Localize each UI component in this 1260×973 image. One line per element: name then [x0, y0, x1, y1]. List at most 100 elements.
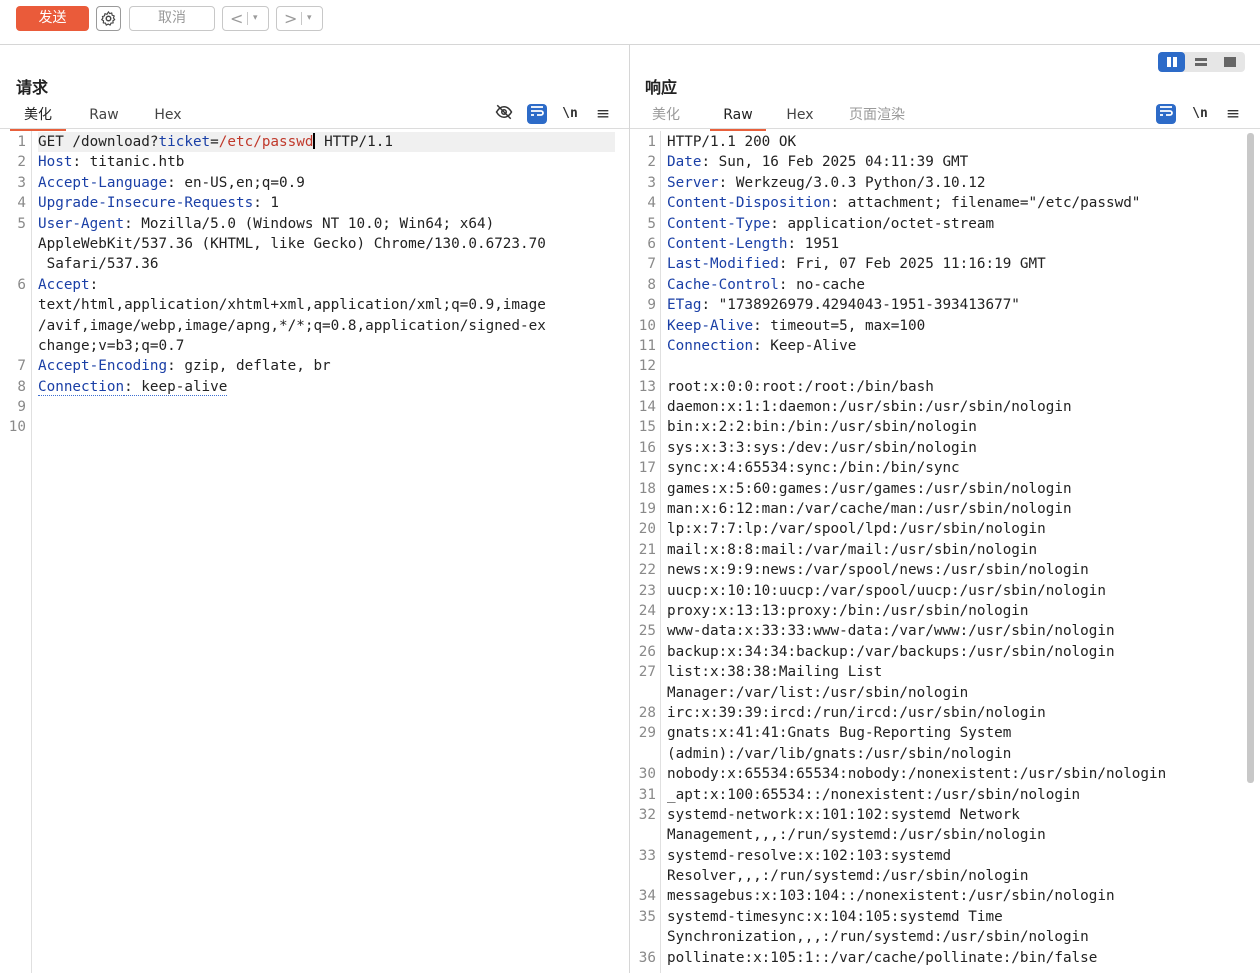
line-text: games:x:5:60:games:/usr/games:/usr/sbin/…: [667, 479, 1072, 499]
line-text: Manager:/var/list:/usr/sbin/nologin: [667, 683, 968, 703]
code-text: gnats:x:41:41:Gnats Bug-Reporting System: [667, 725, 1012, 742]
tab-pretty[interactable]: 美化: [640, 105, 692, 129]
code-line: 36 pollinate:x:105:1::/var/cache/pollinat…: [630, 948, 1260, 968]
code-line: 22 news:x:9:9:news:/var/spool/news:/usr/s…: [630, 560, 1260, 580]
line-text: Management,,,:/run/systemd:/usr/sbin/nol…: [667, 825, 1046, 845]
line-number: 16: [638, 439, 656, 456]
line-text: Last-Modified: Fri, 07 Feb 2025 11:16:19…: [667, 254, 1046, 274]
line-text: Safari/537.36: [38, 254, 159, 274]
code-text: : Keep-Alive: [753, 337, 857, 354]
columns-icon: [1166, 57, 1177, 67]
menu-icon[interactable]: ≡: [1223, 104, 1243, 124]
line-number: 5: [17, 215, 26, 232]
code-line: 26 backup:x:34:34:backup:/var/backups:/us…: [630, 642, 1260, 662]
header-name: Server: [667, 174, 719, 191]
code-line: 10 Keep-Alive: timeout=5, max=100: [630, 316, 1260, 336]
code-line: (admin):/var/lib/gnats:/usr/sbin/nologin: [630, 744, 1260, 764]
response-editor-tools: \n ≡: [1156, 104, 1256, 124]
line-text: Synchronization,,,:/run/systemd:/usr/sbi…: [667, 927, 1089, 947]
code-line: 13 root:x:0:0:root:/root:/bin/bash: [630, 377, 1260, 397]
square-icon: [1223, 57, 1236, 67]
code-text: : timeout=5, max=100: [753, 317, 926, 334]
code-text: : gzip, deflate, br: [167, 358, 331, 375]
chevron-down-icon[interactable]: ▾: [307, 7, 312, 30]
code-line: 19 man:x:6:12:man:/var/cache/man:/usr/sbi…: [630, 499, 1260, 519]
chevron-left-icon: <: [230, 9, 244, 28]
code-text: AppleWebKit/537.36 (KHTML, like Gecko) C…: [38, 235, 546, 252]
line-number: 19: [638, 501, 656, 518]
tab-hex[interactable]: Hex: [778, 105, 822, 129]
eye-slash-icon[interactable]: [494, 104, 514, 124]
header-name: Last-Modified: [667, 256, 779, 273]
line-text: HTTP/1.1 200 OK: [667, 132, 796, 152]
header-name: Accept: [38, 276, 90, 293]
line-text: man:x:6:12:man:/var/cache/man:/usr/sbin/…: [667, 499, 1072, 519]
code-text: games:x:5:60:games:/usr/games:/usr/sbin/…: [667, 480, 1072, 497]
tab-raw[interactable]: Raw: [80, 105, 128, 129]
line-number: 28: [638, 704, 656, 721]
response-pane: 响应 美化 Raw Hex 页面渲染 \n ≡ 1 HTTP/1.1 200 OK…: [630, 45, 1260, 973]
tab-hex[interactable]: Hex: [146, 105, 190, 129]
code-line: Manager:/var/list:/usr/sbin/nologin: [630, 683, 1260, 703]
line-number: 1: [17, 134, 26, 150]
line-text: text/html,application/xhtml+xml,applicat…: [38, 295, 546, 315]
line-text: backup:x:34:34:backup:/var/backups:/usr/…: [667, 642, 1115, 662]
chevron-right-icon: >: [284, 9, 298, 28]
response-editor[interactable]: 1 HTTP/1.1 200 OK 2 Date: Sun, 16 Feb 2025 …: [630, 131, 1260, 973]
line-text: Server: Werkzeug/3.0.3 Python/3.10.12: [667, 173, 986, 193]
settings-button[interactable]: [96, 6, 121, 31]
code-text: daemon:x:1:1:daemon:/usr/sbin:/usr/sbin/…: [667, 399, 1072, 416]
line-text: Content-Type: application/octet-stream: [667, 214, 994, 234]
request-lines: 1 GET /download?ticket=/etc/passwd HTTP/1…: [0, 132, 629, 438]
code-text: Manager:/var/list:/usr/sbin/nologin: [667, 684, 969, 701]
line-number: 9: [647, 297, 656, 314]
newline-icon[interactable]: \n: [1190, 104, 1210, 124]
menu-icon[interactable]: ≡: [593, 104, 613, 124]
line-text: Connection: keep-alive: [38, 377, 228, 397]
line-text: irc:x:39:39:ircd:/run/ircd:/usr/sbin/nol…: [667, 703, 1046, 723]
wrap-icon[interactable]: [1156, 104, 1176, 124]
line-number: 25: [638, 623, 656, 640]
code-text: proxy:x:13:13:proxy:/bin:/usr/sbin/nolog…: [667, 602, 1029, 619]
line-number: 17: [638, 460, 656, 477]
code-text: www-data:x:33:33:www-data:/var/www:/usr/…: [667, 623, 1115, 640]
chevron-down-icon[interactable]: ▾: [253, 7, 258, 30]
forward-button[interactable]: > ▾: [276, 6, 323, 31]
code-text: _apt:x:100:65534::/nonexistent:/usr/sbin…: [667, 786, 1081, 803]
layout-side-by-side-button[interactable]: [1158, 52, 1185, 72]
code-text: : Werkzeug/3.0.3 Python/3.10.12: [718, 174, 986, 191]
wrap-icon[interactable]: [527, 104, 547, 124]
header-name: Accept-Encoding: [38, 358, 168, 375]
line-number: 32: [638, 806, 656, 823]
top-toolbar: 发送 取消 < ▾ > ▾: [0, 0, 1260, 45]
line-number: 30: [638, 766, 656, 783]
code-line: 23 uucp:x:10:10:uucp:/var/spool/uucp:/usr…: [630, 581, 1260, 601]
line-text: nobody:x:65534:65534:nobody:/nonexistent…: [667, 764, 1166, 784]
newline-icon[interactable]: \n: [560, 104, 580, 124]
header-name: Host: [38, 154, 73, 171]
send-button[interactable]: 发送: [16, 6, 89, 31]
cancel-button[interactable]: 取消: [129, 6, 215, 31]
line-number: 18: [638, 480, 656, 497]
line-number: 6: [17, 276, 26, 293]
line-number: 12: [638, 358, 656, 375]
tab-render[interactable]: 页面渲染: [840, 105, 914, 129]
tab-divider: [0, 128, 629, 129]
code-line: 7 Last-Modified: Fri, 07 Feb 2025 11:16:1…: [630, 254, 1260, 274]
code-line: 31 _apt:x:100:65534::/nonexistent:/usr/sb…: [630, 785, 1260, 805]
line-text: systemd-resolve:x:102:103:systemd: [667, 846, 951, 866]
vertical-scrollbar[interactable]: [1247, 133, 1254, 783]
code-line: 18 games:x:5:60:games:/usr/games:/usr/sbi…: [630, 479, 1260, 499]
line-number: 11: [638, 337, 656, 354]
code-text: change;v=b3;q=0.7: [38, 337, 185, 354]
line-text: Upgrade-Insecure-Requests: 1: [38, 193, 279, 213]
request-title: 请求: [16, 78, 49, 97]
code-text: : 1: [253, 195, 280, 212]
rows-icon: [1194, 58, 1207, 66]
code-text: /avif,image/webp,image/apng,*/*;q=0.8,ap…: [38, 317, 546, 334]
line-text: (admin):/var/lib/gnats:/usr/sbin/nologin: [667, 744, 1011, 764]
back-button[interactable]: < ▾: [222, 6, 269, 31]
layout-single-button[interactable]: [1216, 52, 1243, 72]
request-editor[interactable]: 1 GET /download?ticket=/etc/passwd HTTP/1…: [0, 131, 629, 973]
layout-stacked-button[interactable]: [1187, 52, 1214, 72]
